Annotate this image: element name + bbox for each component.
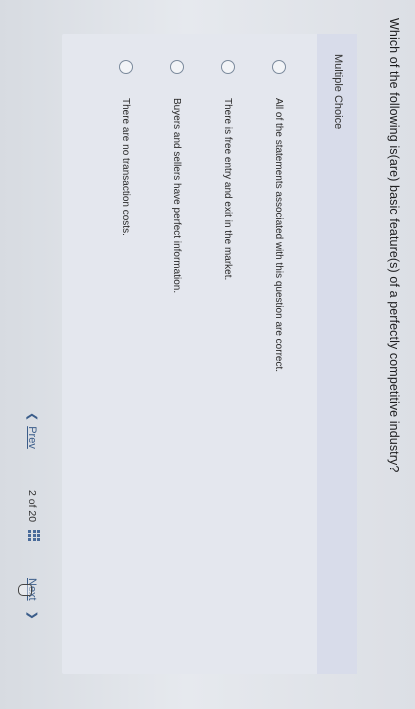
chevron-right-icon: ❯	[26, 610, 38, 620]
answer-option-2[interactable]: There is free entry and exit in the mark…	[217, 60, 239, 280]
quiz-page: Which of the following is(are) basic fea…	[0, 0, 415, 709]
answer-option-label: There are no transaction costs.	[120, 98, 132, 236]
screen: Which of the following is(are) basic fea…	[0, 0, 415, 709]
radio-button-icon[interactable]	[221, 60, 235, 74]
answer-option-1[interactable]: All of the statements associated with th…	[268, 60, 290, 372]
chevron-left-icon: ❮	[26, 412, 38, 422]
hand-cursor-icon	[18, 584, 32, 596]
prev-button[interactable]: ❮ Prev	[26, 412, 39, 449]
panel-header: Multiple Choice	[317, 34, 357, 674]
page-indicator: 2 of 20	[26, 490, 38, 523]
grid-icon[interactable]	[28, 530, 40, 542]
answer-option-3[interactable]: Buyers and sellers have perfect informat…	[166, 60, 188, 293]
answer-panel: Multiple Choice All of the statements as…	[62, 34, 357, 674]
answer-option-label: Buyers and sellers have perfect informat…	[171, 98, 183, 294]
answer-option-label: All of the statements associated with th…	[273, 98, 285, 373]
radio-button-icon[interactable]	[170, 60, 184, 74]
radio-button-icon[interactable]	[119, 60, 133, 74]
question-type-label: Multiple Choice	[332, 54, 344, 130]
question-text: Which of the following is(are) basic fea…	[387, 18, 401, 473]
radio-button-icon[interactable]	[272, 60, 286, 74]
answer-option-4[interactable]: There are no transaction costs.	[115, 60, 137, 236]
prev-label: Prev	[26, 426, 39, 449]
answer-option-label: There is free entry and exit in the mark…	[222, 98, 234, 281]
